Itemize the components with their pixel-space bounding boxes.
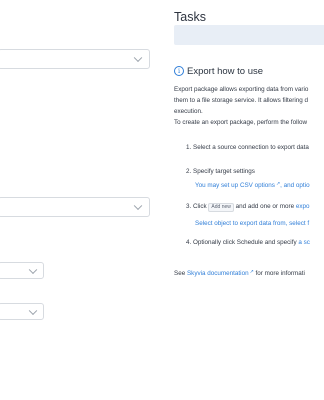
step-3-sub: Select object to export data from, selec… <box>195 220 309 227</box>
option-select-1[interactable] <box>0 262 44 279</box>
tasks-title: Tasks <box>174 10 206 24</box>
step-2-sub: You may set up CSV options↗, and optio <box>195 181 310 189</box>
skyvia-documentation-link[interactable]: Skyvia documentation <box>187 270 249 277</box>
chevron-down-icon <box>133 53 143 63</box>
step-3-sub-text: Select object to export data from, selec… <box>195 220 310 227</box>
step-3: 3. Click Add new and add one or more exp… <box>186 203 310 212</box>
intro-line-4: To create an export package, perform the… <box>174 119 308 126</box>
csv-options-link[interactable]: CSV options <box>240 182 275 189</box>
chevron-down-icon <box>133 201 143 211</box>
source-connection-select[interactable] <box>0 49 150 69</box>
schedule-link[interactable]: a sc <box>298 239 310 246</box>
footer-suffix: for more informati <box>253 270 305 277</box>
step-4-prefix: 4. Optionally click Schedule and specify <box>186 239 299 246</box>
step-2-sub-suffix: , and optio <box>280 182 310 189</box>
help-pane: Tasks No iExport how to use Export packa… <box>168 0 324 400</box>
step-4: 4. Optionally click Schedule and specify… <box>186 239 310 246</box>
add-new-badge: Add new <box>208 203 234 212</box>
intro-line-3: execution. <box>174 108 203 115</box>
footer-prefix: See <box>174 270 187 277</box>
info-circle-icon: i <box>174 66 184 76</box>
left-settings-pane <box>0 0 168 400</box>
export-tasks-link[interactable]: expo <box>296 203 310 210</box>
target-select[interactable] <box>0 197 150 217</box>
help-heading: i Export how to use <box>174 66 263 77</box>
step-1: 1. Select a source connection to export … <box>186 144 309 151</box>
chevron-down-icon <box>28 306 38 315</box>
help-footer: See Skyvia documentation↗ for more infor… <box>174 267 305 279</box>
intro-line-1: Export package allows exporting data fro… <box>174 86 309 93</box>
help-heading-text: Export how to use <box>187 66 264 77</box>
step-3-mid: and add one or more <box>233 203 296 210</box>
step-3-prefix: 3. Click <box>186 203 209 210</box>
tasks-empty-bar: No <box>174 25 324 45</box>
chevron-down-icon <box>28 265 38 274</box>
option-select-2[interactable] <box>0 303 44 320</box>
step-2-sub-prefix: You may set up <box>195 182 240 189</box>
intro-line-2: them to a file storage service. It allow… <box>174 97 309 104</box>
step-2: 2. Specify target settings <box>186 168 255 175</box>
